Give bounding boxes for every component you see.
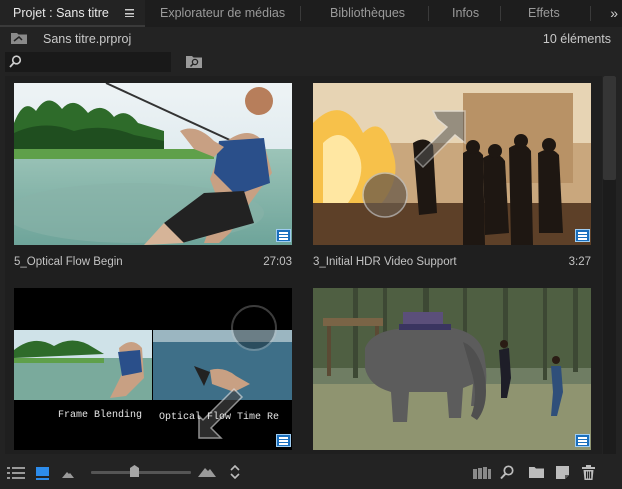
trash-icon[interactable] xyxy=(582,465,595,480)
media-grid: 5_Optical Flow Begin 27:03 3_Initial HDR… xyxy=(5,76,602,454)
tab-libraries[interactable]: Bibliothèques xyxy=(330,0,405,27)
clip-item[interactable] xyxy=(313,288,591,450)
search-field[interactable] xyxy=(5,52,171,74)
new-item-icon[interactable] xyxy=(556,466,569,479)
tab-libraries-label: Bibliothèques xyxy=(330,6,406,20)
find-icon[interactable] xyxy=(500,465,514,480)
sort-icon[interactable] xyxy=(230,465,240,479)
tab-info-label: Infos xyxy=(452,6,480,20)
clip-type-badge-icon xyxy=(276,229,291,242)
tab-info[interactable]: Infos xyxy=(452,0,479,27)
overlay-text-optical-flow: Optical Flow Time Re xyxy=(159,411,279,423)
tab-effects-label: Effets xyxy=(528,6,560,20)
scrollbar-thumb[interactable] xyxy=(603,76,616,180)
clip-name: 5_Optical Flow Begin xyxy=(14,256,123,268)
zoom-slider-track[interactable] xyxy=(91,471,191,474)
tab-project-label: Projet : Sans titre xyxy=(13,6,109,20)
tab-project[interactable]: Projet : Sans titre xyxy=(0,0,145,27)
clip-item[interactable]: 5_Optical Flow Begin 27:03 xyxy=(14,83,292,273)
clip-name: 3_Initial HDR Video Support xyxy=(313,256,457,268)
tab-media-browser-label: Explorateur de médias xyxy=(160,6,286,20)
automate-to-sequence-icon[interactable] xyxy=(473,467,491,479)
search-icon xyxy=(9,55,22,68)
project-info-bar: Sans titre.prproj 10 éléments xyxy=(0,27,622,52)
clip-item[interactable]: 3_Initial HDR Video Support 3:27 xyxy=(313,83,591,273)
tab-divider xyxy=(428,6,429,21)
icon-view-icon[interactable] xyxy=(36,467,49,480)
clip-type-badge-icon xyxy=(575,229,590,242)
tab-effects[interactable]: Effets xyxy=(528,0,560,27)
new-search-bin-icon[interactable] xyxy=(186,54,202,68)
zoom-in-icon[interactable] xyxy=(198,466,216,477)
clip-item[interactable]: Frame Blending Optical Flow Time Re xyxy=(14,288,292,450)
project-file-name: Sans titre.prproj xyxy=(43,32,132,46)
clip-duration: 27:03 xyxy=(263,256,292,268)
zoom-out-icon[interactable] xyxy=(62,470,74,478)
zoom-slider-handle[interactable] xyxy=(129,465,139,477)
clip-type-badge-icon xyxy=(276,434,291,447)
new-bin-icon[interactable] xyxy=(529,466,544,478)
frame-blending-comparison-thumbnail[interactable]: Frame Blending Optical Flow Time Re xyxy=(14,288,292,450)
vertical-scrollbar[interactable] xyxy=(603,76,616,454)
list-view-icon[interactable] xyxy=(7,467,25,479)
tab-media-browser[interactable]: Explorateur de médias xyxy=(160,0,285,27)
more-tabs-icon[interactable]: » xyxy=(610,0,618,27)
clip-type-badge-icon xyxy=(575,434,590,447)
waterski-thumbnail[interactable] xyxy=(14,83,292,245)
tab-divider xyxy=(590,6,591,21)
project-bin-icon[interactable] xyxy=(11,32,27,44)
item-count: 10 éléments xyxy=(542,32,611,46)
fire-performers-thumbnail[interactable] xyxy=(313,83,591,245)
tab-divider xyxy=(300,6,301,21)
tab-divider xyxy=(500,6,501,21)
elephant-thumbnail[interactable] xyxy=(313,288,591,450)
panel-menu-icon[interactable] xyxy=(125,9,134,17)
panel-tab-bar: Projet : Sans titre Explorateur de média… xyxy=(0,0,622,27)
search-input[interactable] xyxy=(27,52,171,74)
overlay-text-frame-blending: Frame Blending xyxy=(58,409,142,421)
clip-duration: 3:27 xyxy=(568,256,591,268)
